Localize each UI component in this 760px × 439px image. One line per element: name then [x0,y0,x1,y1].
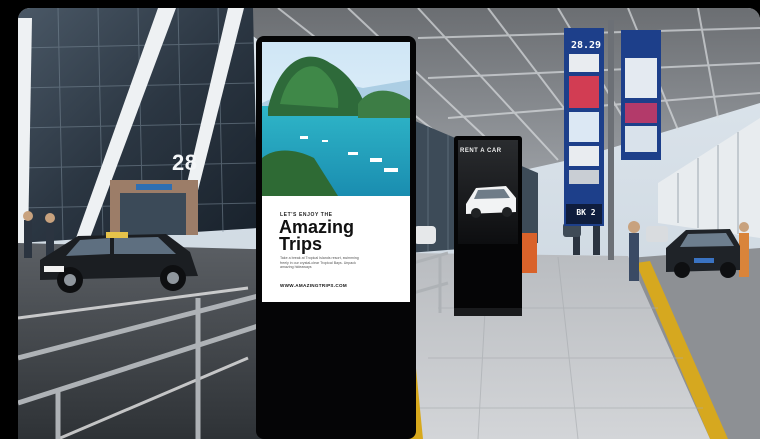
departure-board-time: 28.29 [570,40,602,51]
gate-number: 28 [172,150,198,175]
departure-board-gate: BK 2 [576,208,596,217]
rent-a-car-headline: RENT A CAR [460,148,502,154]
ad-website: WWW.AMAZINGTRIPS.COM [280,283,347,288]
ad-headline-line2: Trips [279,234,323,254]
airport-terminal-photo [18,8,760,439]
ad-body-text: Take a break at Tropical Islands resort,… [280,256,359,270]
kiosk-small [454,136,522,316]
airport-scene: 28 28.29 BK 2 RENT A CAR LET'S ENJOY THE… [0,0,760,439]
